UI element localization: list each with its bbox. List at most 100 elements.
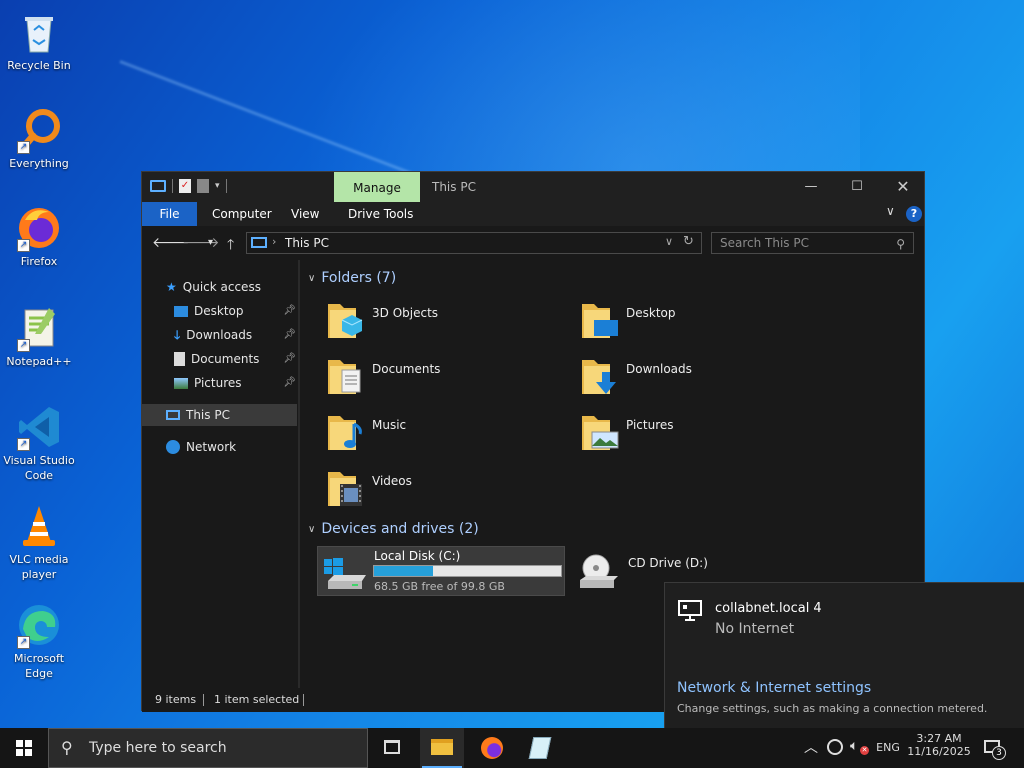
drive-c-tile[interactable]: Local Disk (C:) 68.5 GB free of 99.8 GB xyxy=(317,546,565,596)
file-explorer-icon xyxy=(431,739,453,755)
firefox-icon xyxy=(481,737,503,759)
desktop-icon-label: Everything xyxy=(9,157,69,170)
pin-icon[interactable]: 📌︎ xyxy=(283,324,296,346)
refresh-icon[interactable]: ↻ xyxy=(683,234,694,249)
network-globe-icon xyxy=(166,440,180,454)
network-name[interactable]: collabnet.local 4 xyxy=(715,601,822,616)
up-button[interactable]: 🡑 xyxy=(227,234,234,258)
separator xyxy=(303,694,304,706)
star-icon: ★ xyxy=(166,280,177,294)
desktop-icon-edge[interactable]: ↗ Microsoft Edge xyxy=(0,601,78,681)
desktop-icon-firefox[interactable]: ↗ Firefox xyxy=(0,204,78,269)
recent-locations-button[interactable]: ▾ xyxy=(208,237,213,248)
expand-ribbon-icon[interactable]: ∨ xyxy=(886,204,895,218)
everything-search-icon: ↗ xyxy=(15,106,63,154)
nav-label: Documents xyxy=(191,352,260,366)
taskbar-notepadpp[interactable] xyxy=(518,728,562,768)
desktop-icon-vscode[interactable]: ↗ Visual Studio Code xyxy=(0,403,78,483)
address-row: 🡐 🡒 ▾ 🡑 › This PC ∨ ↻ Search This PC ⚲ xyxy=(142,226,924,260)
desktop-icon-notepadpp[interactable]: ↗ Notepad++ xyxy=(0,304,78,369)
nav-quick-access[interactable]: ★ Quick access xyxy=(166,276,261,298)
windows-logo-icon xyxy=(16,740,32,756)
nav-network[interactable]: Network xyxy=(166,436,236,458)
start-button[interactable] xyxy=(0,728,48,768)
network-settings-description: Change settings, such as making a connec… xyxy=(677,702,988,715)
desktop-icon-vlc[interactable]: VLC media player xyxy=(0,502,78,582)
address-dropdown-icon[interactable]: ∨ xyxy=(665,235,673,248)
desktop-icon-label: VLC media player xyxy=(9,553,69,581)
forward-button[interactable]: 🡒 xyxy=(182,234,220,251)
folder-desktop[interactable]: Desktop xyxy=(580,298,676,342)
drive-c-name: Local Disk (C:) xyxy=(374,549,461,563)
folder-label: Downloads xyxy=(626,362,692,376)
pictures-folder-icon xyxy=(580,410,620,454)
folder-documents[interactable]: Documents xyxy=(326,354,440,398)
chevron-down-icon: ∨ xyxy=(308,523,316,535)
manage-contextual-tab[interactable]: Manage xyxy=(334,172,420,202)
new-folder-icon[interactable] xyxy=(197,179,209,193)
desktop-folder-icon xyxy=(174,305,188,317)
vscode-icon: ↗ xyxy=(15,403,63,451)
nav-pictures[interactable]: Pictures 📌︎ xyxy=(174,372,296,394)
clock[interactable]: 3:27 AM 11/16/2025 xyxy=(904,728,974,768)
quick-access-toolbar: ✓ ▾ xyxy=(150,179,227,193)
ethernet-icon xyxy=(677,599,705,623)
close-button[interactable]: ✕ xyxy=(880,172,926,202)
desktop-folder-icon xyxy=(580,298,620,342)
folder-3d-objects[interactable]: 3D Objects xyxy=(326,298,438,342)
pane-splitter[interactable] xyxy=(298,260,300,688)
notepadpp-icon xyxy=(528,737,552,759)
item-count: 9 items xyxy=(155,693,197,706)
customize-qat-icon[interactable]: ▾ xyxy=(215,181,220,191)
task-view-button[interactable] xyxy=(372,728,412,768)
maximize-button[interactable]: ☐ xyxy=(834,172,880,202)
tab-drive-tools[interactable]: Drive Tools xyxy=(348,202,413,226)
nav-desktop[interactable]: Desktop 📌︎ xyxy=(174,300,296,322)
globe-icon xyxy=(827,739,843,755)
navigation-pane: ★ Quick access Desktop 📌︎ 🡓 Downloads 📌︎… xyxy=(142,260,300,688)
network-tray-button[interactable] xyxy=(824,728,846,768)
taskbar-search-box[interactable]: ⚲ Type here to search xyxy=(48,728,368,768)
breadcrumb-chevron-icon[interactable]: › xyxy=(272,235,276,248)
folder-music[interactable]: Music xyxy=(326,410,406,454)
tab-view[interactable]: View xyxy=(291,202,319,226)
ribbon-tabs: File Computer View Drive Tools ∨ ? xyxy=(142,202,924,226)
pin-icon[interactable]: 📌︎ xyxy=(283,300,296,322)
tab-file[interactable]: File xyxy=(142,202,197,226)
volume-tray-button[interactable]: 🔈︎ ✕ xyxy=(848,728,870,768)
show-hidden-icons-button[interactable]: ︿ xyxy=(800,728,822,768)
minimize-button[interactable]: — xyxy=(788,172,834,202)
nav-downloads[interactable]: 🡓 Downloads 📌︎ xyxy=(174,324,296,346)
pin-icon[interactable]: 📌︎ xyxy=(283,348,296,370)
nav-label: Downloads xyxy=(186,328,253,342)
folder-pictures[interactable]: Pictures xyxy=(580,410,674,454)
this-pc-small-icon xyxy=(150,180,166,192)
3d-objects-folder-icon xyxy=(326,298,366,342)
taskbar-firefox[interactable] xyxy=(470,728,514,768)
folders-group-header[interactable]: ∨ Folders (7) xyxy=(308,270,396,286)
folder-label: Pictures xyxy=(626,418,674,432)
folder-videos[interactable]: Videos xyxy=(326,466,412,510)
folder-downloads[interactable]: Downloads xyxy=(580,354,692,398)
input-language-indicator[interactable]: ENG xyxy=(872,728,904,768)
properties-icon[interactable]: ✓ xyxy=(179,179,191,193)
title-bar: ✓ ▾ Manage This PC — ☐ ✕ xyxy=(142,172,924,202)
desktop-icon-everything[interactable]: ↗ Everything xyxy=(0,106,78,171)
notepadpp-icon: ↗ xyxy=(15,304,63,352)
search-placeholder: Search This PC xyxy=(720,236,809,250)
drives-group-header[interactable]: ∨ Devices and drives (2) xyxy=(308,521,479,537)
nav-label: This PC xyxy=(186,408,230,422)
desktop-icon-recycle-bin[interactable]: Recycle Bin xyxy=(0,8,78,73)
nav-documents[interactable]: Documents 📌︎ xyxy=(174,348,296,370)
taskbar-file-explorer[interactable] xyxy=(420,728,464,768)
network-settings-link[interactable]: Network & Internet settings xyxy=(677,680,871,696)
nav-this-pc[interactable]: This PC xyxy=(142,404,297,426)
pin-icon[interactable]: 📌︎ xyxy=(283,372,296,394)
address-bar[interactable]: › This PC ∨ ↻ xyxy=(246,232,702,254)
group-label: Devices and drives (2) xyxy=(321,521,479,537)
search-box[interactable]: Search This PC ⚲ xyxy=(711,232,914,254)
breadcrumb-this-pc[interactable]: This PC xyxy=(285,236,329,250)
help-icon[interactable]: ? xyxy=(906,206,922,222)
action-center-button[interactable]: 3 xyxy=(978,728,1018,768)
tab-computer[interactable]: Computer xyxy=(212,202,272,226)
